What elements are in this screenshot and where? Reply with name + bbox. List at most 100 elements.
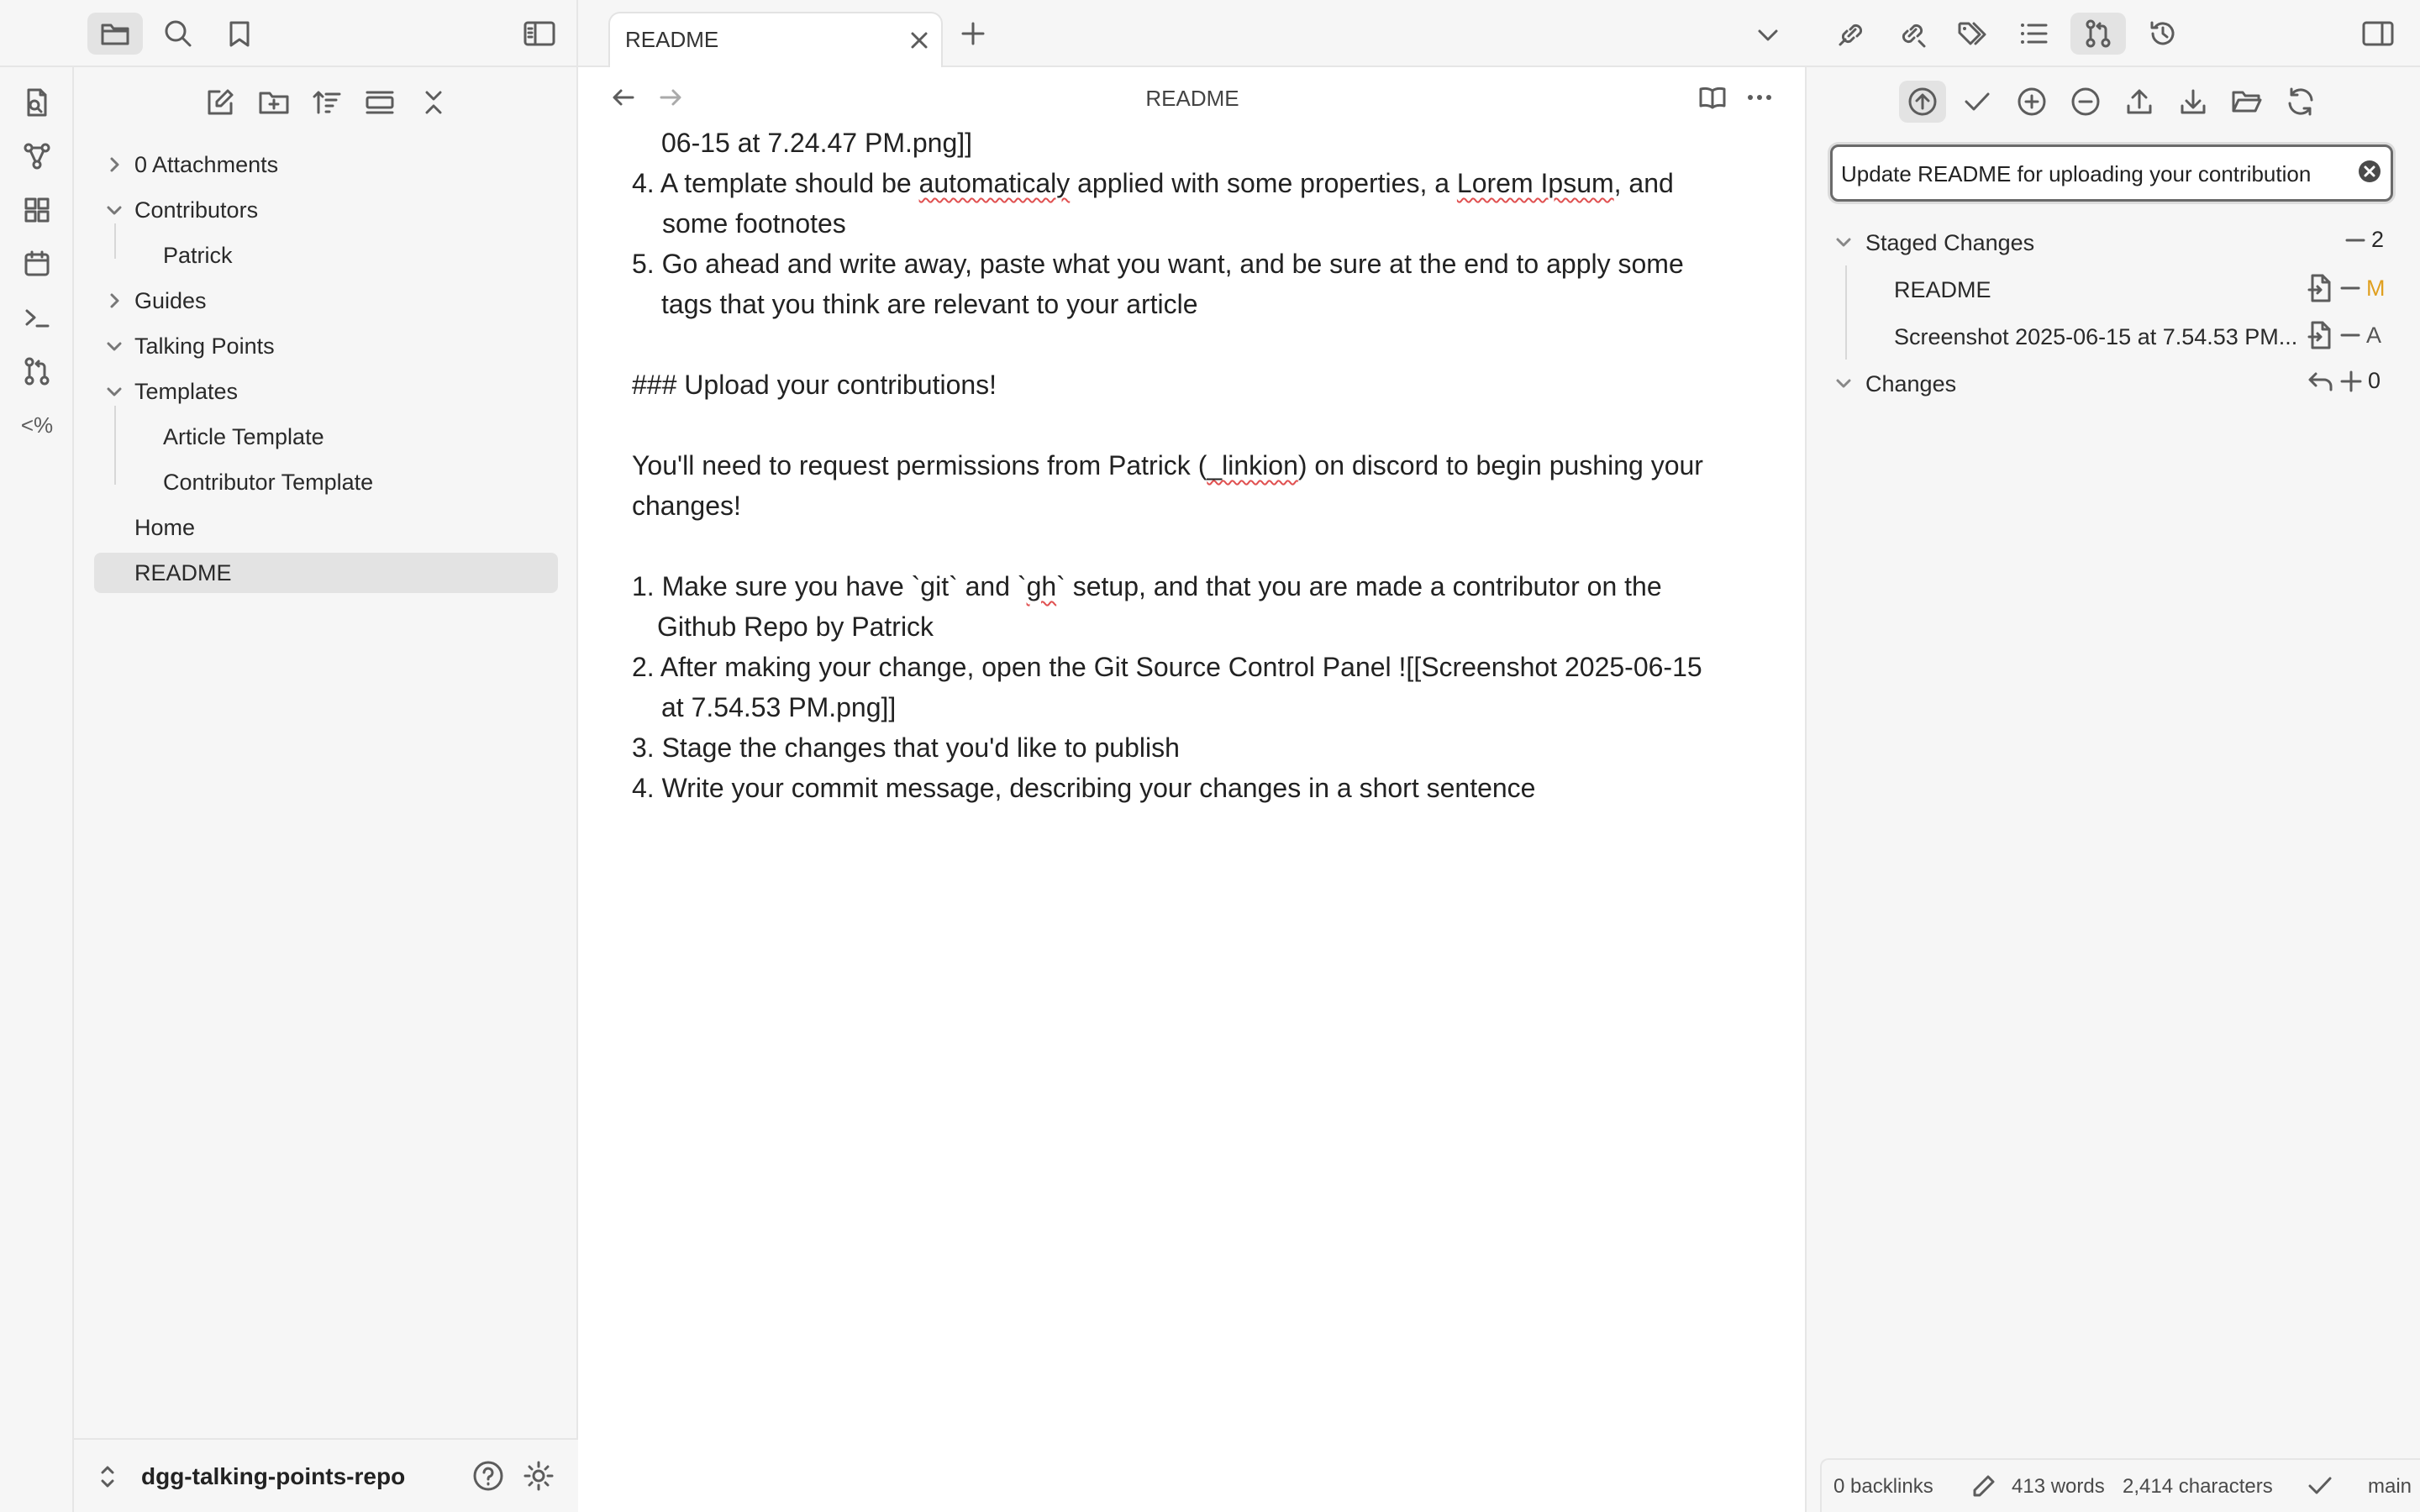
tree-file-home[interactable]: Home (94, 507, 558, 548)
tree-folder-attachments[interactable]: 0 Attachments (94, 144, 558, 185)
staged-file-row[interactable]: Screenshot 2025-06-15 at 7.54.53 PM... A (1807, 312, 2420, 360)
outgoing-links-tab-button[interactable] (1889, 13, 1936, 55)
tree-file-readme[interactable]: README (94, 553, 558, 593)
vault-name[interactable]: dgg-talking-points-repo (141, 1463, 405, 1490)
tree-folder-templates[interactable]: Templates (94, 371, 558, 412)
files-tab-button[interactable] (87, 13, 143, 55)
content-line: You'll need to request permissions from … (632, 450, 1703, 480)
staged-file-actions: A (2307, 321, 2383, 349)
open-file-icon[interactable] (2307, 321, 2334, 349)
view-header-title[interactable]: README (578, 86, 1807, 112)
history-icon (2150, 21, 2175, 45)
search-tab-button[interactable] (150, 13, 206, 55)
x-circle-icon (2359, 160, 2381, 182)
git-tab-button[interactable] (2070, 13, 2126, 55)
chevron-down-icon (1758, 29, 1778, 41)
unstage-icon[interactable] (2339, 324, 2361, 346)
undo-icon[interactable] (2307, 370, 2334, 393)
new-note-button[interactable] (200, 82, 240, 123)
push-button[interactable] (2116, 81, 2163, 123)
content-line: 4. A template should be automaticaly app… (632, 168, 1674, 198)
open-canvas-button[interactable] (18, 192, 55, 228)
auto-reveal-button[interactable] (360, 82, 400, 123)
chevrons-collapse-icon (425, 91, 442, 114)
tree-file-patrick[interactable]: Patrick (94, 235, 558, 276)
open-command-palette-button[interactable] (18, 299, 55, 336)
status-backlinks[interactable]: 0 backlinks (1833, 1475, 1933, 1499)
file-search-icon (27, 88, 47, 117)
open-graph-view-button[interactable] (18, 138, 55, 175)
tree-folder-talking-points[interactable]: Talking Points (94, 326, 558, 366)
tab-title: README (625, 27, 719, 52)
clear-commit-message-button[interactable] (2357, 159, 2386, 187)
tree-item-label: Home (134, 514, 196, 540)
tree-item-label: Article Template (163, 423, 324, 449)
check-icon[interactable] (2307, 1475, 2333, 1497)
tree-file-contributor-template[interactable]: Contributor Template (94, 462, 558, 502)
tree-folder-guides[interactable]: Guides (94, 281, 558, 321)
commit-and-sync-button[interactable] (1899, 81, 1946, 123)
stage-all-button[interactable] (2008, 81, 2055, 123)
collapse-all-button[interactable] (413, 82, 454, 123)
backlinks-tab-button[interactable] (1828, 13, 1876, 55)
content-line: 5. Go ahead and write away, paste what y… (632, 249, 1684, 279)
tab-readme[interactable]: README (608, 12, 943, 69)
plus-icon (961, 22, 985, 45)
open-daily-note-button[interactable] (18, 245, 55, 282)
collapse-left-sidebar-button[interactable] (512, 13, 567, 55)
change-layout-button[interactable] (2223, 81, 2270, 123)
arrow-up-circle-icon (1908, 87, 1937, 116)
new-tab-button[interactable] (956, 17, 990, 50)
staged-file-row[interactable]: README M (1807, 265, 2420, 312)
tree-item-label: README (134, 559, 232, 585)
outline-tab-button[interactable] (2010, 13, 2057, 55)
sort-order-button[interactable] (307, 82, 347, 123)
refresh-button[interactable] (2277, 81, 2324, 123)
sort-icon (313, 91, 341, 114)
download-icon (2181, 89, 2206, 114)
history-tab-button[interactable] (2139, 13, 2186, 55)
commit-button[interactable] (1954, 81, 2001, 123)
vault-switch-button[interactable] (97, 1463, 128, 1494)
status-git-branch[interactable]: main (2368, 1475, 2412, 1499)
tags-tab-button[interactable] (1949, 13, 1996, 55)
more-horizontal-icon (1748, 95, 1771, 100)
insert-template-button[interactable]: <% (18, 407, 55, 444)
pencil-icon[interactable] (1971, 1473, 1996, 1499)
close-tab-button[interactable] (904, 25, 934, 55)
layout-grid-icon (24, 197, 50, 223)
content-line: tags that you think are relevant to your… (661, 289, 1198, 319)
open-file-icon[interactable] (2307, 274, 2334, 302)
settings-button[interactable] (523, 1460, 556, 1494)
open-quick-switcher-button[interactable] (18, 84, 55, 121)
content-line: 1. Make sure you have `git` and `gh` set… (632, 571, 1662, 601)
tree-file-article-template[interactable]: Article Template (94, 417, 558, 457)
tree-item-label: Templates (134, 378, 239, 404)
bookmarks-tab-button[interactable] (212, 13, 267, 55)
commit-message-field[interactable] (1830, 144, 2393, 202)
unstage-all-button[interactable] (2062, 81, 2109, 123)
commit-message-input[interactable] (1841, 157, 2345, 191)
pull-button[interactable] (2170, 81, 2217, 123)
unstage-all-icon[interactable] (2344, 229, 2366, 251)
changes-header[interactable]: Changes 0 (1807, 360, 2420, 407)
more-options-button[interactable] (1743, 81, 1776, 114)
content-line: 2. After making your change, open the Gi… (632, 652, 1702, 682)
staged-changes-header[interactable]: Staged Changes 2 (1807, 218, 2420, 265)
changes-count: 0 (2368, 368, 2381, 393)
new-folder-button[interactable] (254, 82, 294, 123)
reading-view-button[interactable] (1696, 81, 1729, 114)
open-git-button[interactable] (18, 353, 55, 390)
right-sidebar-header (1807, 0, 2420, 67)
collapse-right-sidebar-button[interactable] (2354, 13, 2402, 55)
terminal-icon (25, 309, 50, 328)
content-line: 3. Stage the changes that you'd like to … (632, 732, 1180, 763)
tree-folder-contributors[interactable]: Contributors (94, 190, 558, 230)
plus-icon[interactable] (2339, 370, 2363, 393)
unstage-icon[interactable] (2339, 277, 2361, 299)
file-status-badge: A (2366, 322, 2382, 348)
tab-list-button[interactable] (1751, 18, 1785, 52)
close-icon (911, 32, 928, 49)
tab-bar: README (578, 0, 1807, 69)
help-button[interactable] (472, 1460, 506, 1494)
